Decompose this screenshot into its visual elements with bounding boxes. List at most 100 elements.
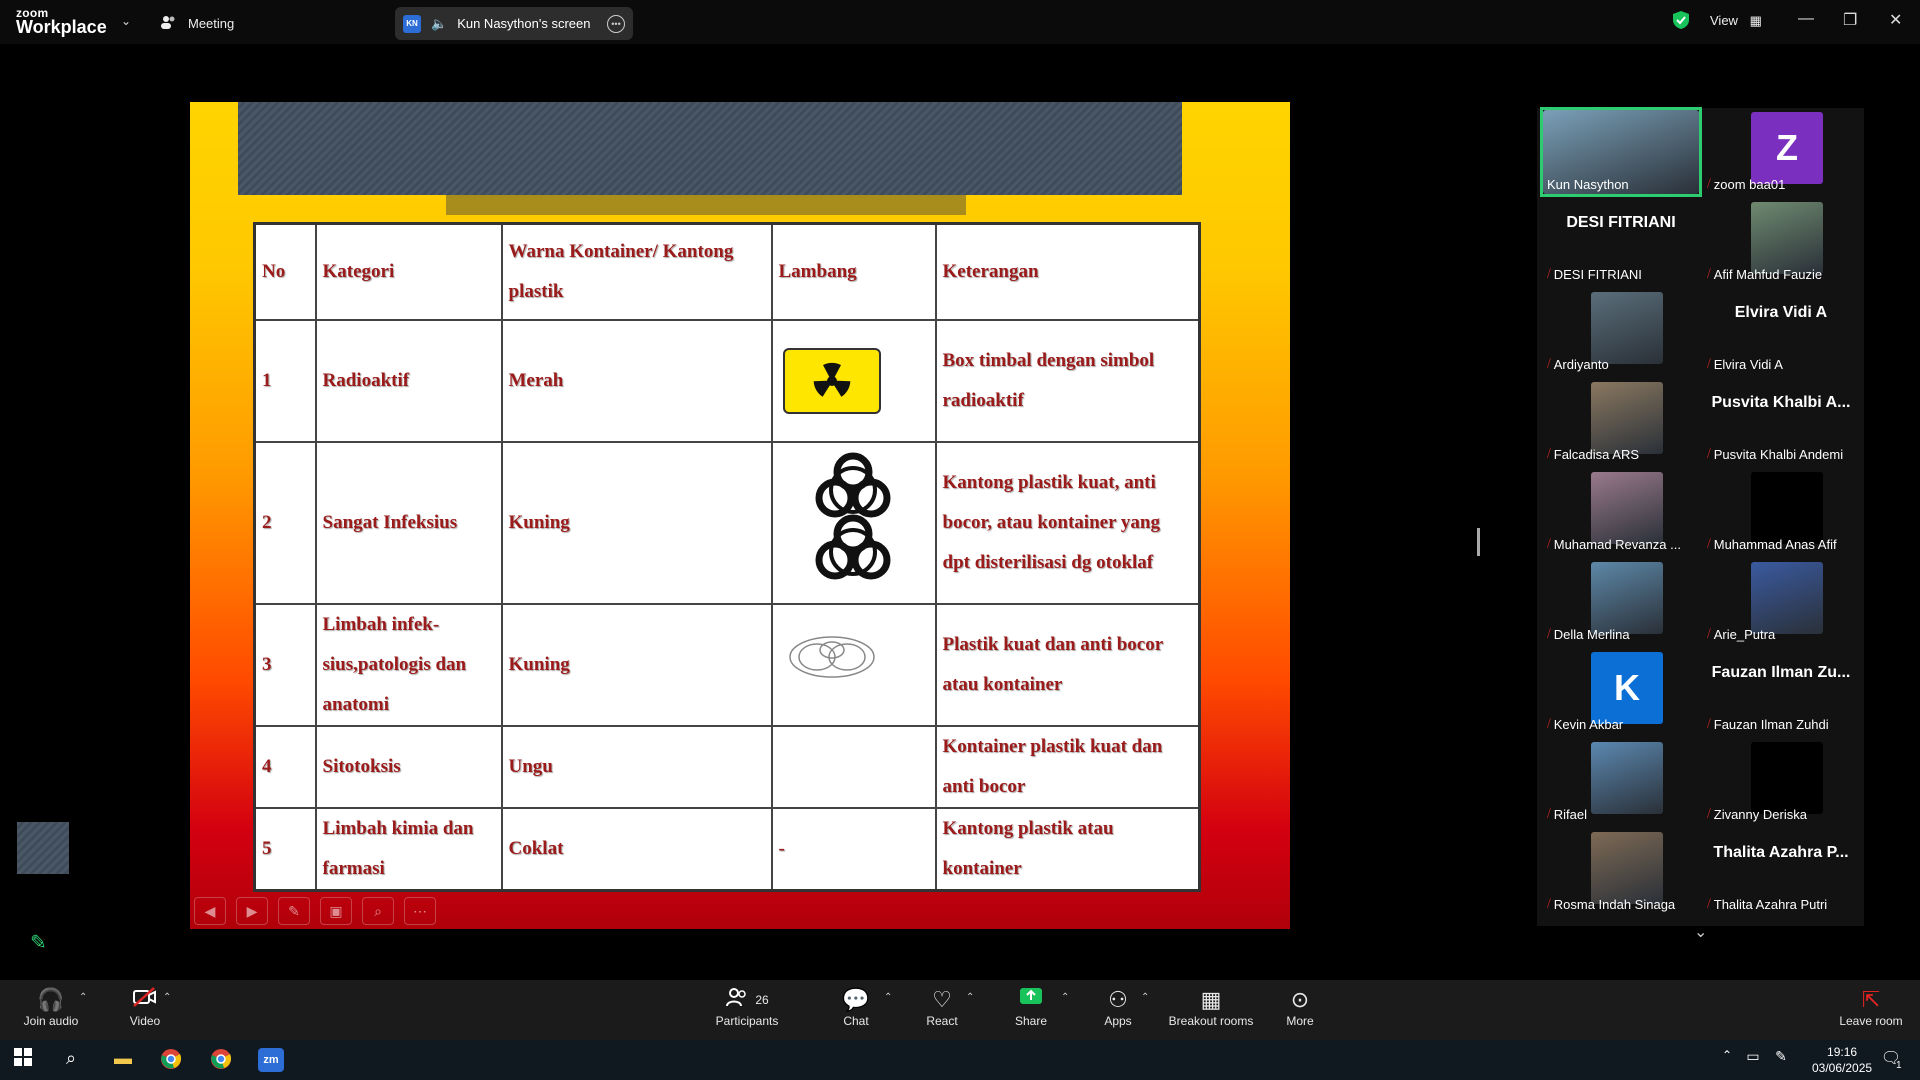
breakout-rooms-button[interactable]: ▦ Breakout rooms — [1165, 986, 1257, 1028]
participant-tile[interactable]: Z ⧸ zoom baa01 — [1703, 110, 1859, 194]
join-audio-button[interactable]: 🎧 Join audio — [22, 986, 80, 1028]
participant-tile[interactable]: ⧸ Rosma Indah Sinaga — [1543, 830, 1699, 914]
annotate-icon[interactable]: ✎ — [30, 930, 47, 955]
participant-tile[interactable]: ⧸ Arie_Putra — [1703, 560, 1859, 644]
participant-tile[interactable]: ⧸ Afif Mahfud Fauzie — [1703, 200, 1859, 284]
participant-tile[interactable]: Fauzan Ilman Zu... ⧸ Fauzan Ilman Zuhdi — [1703, 650, 1859, 734]
resize-handle[interactable] — [1477, 528, 1480, 556]
view-label: View — [1710, 13, 1738, 28]
people-icon — [160, 14, 178, 33]
restore-icon[interactable]: ❐ — [1843, 10, 1857, 30]
participant-tile[interactable]: ⧸ Ardiyanto — [1543, 290, 1699, 374]
audio-options-caret-icon[interactable]: ⌃ — [79, 992, 87, 1003]
cell-no: 5 — [253, 806, 317, 891]
zoom-icon[interactable]: ⌕ — [362, 897, 394, 925]
cell-lambang: - — [770, 806, 937, 891]
notification-count: 1 — [1896, 1060, 1902, 1071]
meeting-label: Meeting — [188, 16, 235, 31]
view-button[interactable]: View ▦ — [1710, 13, 1762, 29]
mic-muted-icon: ⧸ — [1707, 268, 1711, 280]
participant-name-row: ⧸ Zivanny Deriska — [1707, 807, 1807, 822]
participant-tile[interactable]: ⧸ Muhammad Anas Afif — [1703, 470, 1859, 554]
join-audio-label: Join audio — [23, 1014, 79, 1028]
clock-date: 03/06/2025 — [1812, 1061, 1873, 1075]
participants-icon: 26 — [712, 986, 782, 1014]
header-lambang: Lambang — [770, 222, 937, 321]
cell-lambang — [770, 440, 937, 605]
participants-button[interactable]: 26 Participants — [712, 986, 782, 1028]
chat-button[interactable]: 💬 Chat — [838, 986, 874, 1028]
cell-warna: Kuning — [500, 602, 773, 727]
participant-display-name: Thalita Azahra P... — [1713, 844, 1849, 861]
speaker-icon: 🔈 — [431, 15, 448, 31]
participant-tile[interactable]: ⧸ Falcadisa ARS — [1543, 380, 1699, 464]
self-view-thumbnail[interactable] — [17, 822, 69, 874]
participant-name-row: ⧸ zoom baa01 — [1707, 177, 1785, 192]
windows-start-icon[interactable] — [10, 1048, 36, 1072]
participant-video — [1591, 742, 1663, 814]
minimize-icon[interactable]: — — [1798, 10, 1814, 28]
pen-icon[interactable]: ✎ — [278, 897, 310, 925]
header-keterangan: Keterangan — [934, 222, 1201, 321]
participant-tile[interactable]: ⧸ Rifael — [1543, 740, 1699, 824]
share-label: Share — [1014, 1014, 1048, 1028]
mic-muted-icon: ⧸ — [1547, 448, 1551, 460]
avatar-initial: Z — [1751, 112, 1823, 184]
cell-lambang — [770, 318, 937, 443]
participant-tile[interactable]: Thalita Azahra P... ⧸ Thalita Azahra Putri — [1703, 830, 1859, 914]
participant-tile[interactable]: Kun Nasython — [1540, 107, 1702, 197]
chat-options-caret-icon[interactable]: ⌃ — [884, 992, 892, 1003]
participant-tile[interactable]: K ⧸ Kevin Akbar — [1543, 650, 1699, 734]
video-options-caret-icon[interactable]: ⌃ — [163, 992, 171, 1003]
tray-expand-icon[interactable]: ⌃ — [1714, 1048, 1740, 1072]
participant-tile[interactable]: ⧸ Della Merlina — [1543, 560, 1699, 644]
screen-share-indicator[interactable]: KN 🔈 Kun Nasython's screen ••• — [395, 7, 633, 40]
zoom-app-icon[interactable]: zm — [258, 1048, 284, 1072]
cell-keterangan: Plastik kuat dan anti bocor atau kontain… — [934, 602, 1201, 727]
mic-muted-icon: ⧸ — [1547, 898, 1551, 910]
chevron-down-icon[interactable]: ⌄ — [121, 14, 131, 28]
apps-button[interactable]: ⚇ Apps — [1100, 986, 1136, 1028]
cell-kategori: Radioaktif — [314, 318, 503, 443]
clock[interactable]: 19:16 03/06/2025 — [1812, 1044, 1872, 1076]
participant-display-name: DESI FITRIANI — [1566, 214, 1676, 231]
react-button[interactable]: ♡ React — [922, 986, 962, 1028]
cell-warna: Ungu — [500, 724, 773, 809]
meeting-info-button[interactable]: Meeting — [160, 14, 234, 33]
participant-tile[interactable]: ⧸ Zivanny Deriska — [1703, 740, 1859, 824]
chrome-icon-active[interactable] — [208, 1048, 234, 1072]
participant-tile[interactable]: Elvira Vidi A ⧸ Elvira Vidi A — [1703, 290, 1859, 374]
cell-no: 1 — [253, 318, 317, 443]
slide-title-strip — [446, 195, 966, 215]
more-options-icon[interactable]: ••• — [607, 14, 625, 33]
more-button[interactable]: ⊙ More — [1282, 986, 1318, 1028]
file-explorer-icon[interactable]: ▬ — [110, 1048, 136, 1072]
chevron-down-icon[interactable]: ⌄ — [1694, 922, 1707, 942]
leave-room-button[interactable]: ⇱ Leave room — [1838, 986, 1904, 1028]
security-shield-icon[interactable] — [1672, 10, 1690, 35]
close-icon[interactable]: ✕ — [1889, 10, 1902, 30]
network-icon[interactable]: ▭ — [1740, 1048, 1766, 1072]
pathology-icon — [787, 632, 929, 697]
video-button[interactable]: Video — [125, 986, 165, 1028]
search-icon[interactable]: ⌕ — [58, 1048, 84, 1072]
participant-name-row: ⧸ Pusvita Khalbi Andemi — [1707, 447, 1843, 462]
slides-overview-icon[interactable]: ▣ — [320, 897, 352, 925]
next-slide-icon[interactable]: ▶ — [236, 897, 268, 925]
mic-muted-icon: ⧸ — [1707, 808, 1711, 820]
participant-name-row: ⧸ Muhammad Anas Afif — [1707, 537, 1837, 552]
pen-tray-icon[interactable]: ✎ — [1768, 1048, 1794, 1072]
share-options-caret-icon[interactable]: ⌃ — [1061, 992, 1069, 1003]
participant-name: Della Merlina — [1553, 627, 1630, 642]
mic-muted-icon: ⧸ — [1547, 808, 1551, 820]
share-button[interactable]: Share — [1011, 986, 1051, 1028]
participant-tile[interactable]: DESI FITRIANI ⧸ DESI FITRIANI — [1543, 200, 1699, 284]
more-icon[interactable]: ⋯ — [404, 897, 436, 925]
chrome-icon[interactable] — [158, 1048, 184, 1072]
react-options-caret-icon[interactable]: ⌃ — [966, 992, 974, 1003]
participant-video — [1751, 202, 1823, 274]
participant-tile[interactable]: Pusvita Khalbi A... ⧸ Pusvita Khalbi Andem… — [1703, 380, 1859, 464]
previous-slide-icon[interactable]: ◀ — [194, 897, 226, 925]
participant-tile[interactable]: ⧸ Muhamad Revanza ... — [1543, 470, 1699, 554]
apps-options-caret-icon[interactable]: ⌃ — [1141, 992, 1149, 1003]
